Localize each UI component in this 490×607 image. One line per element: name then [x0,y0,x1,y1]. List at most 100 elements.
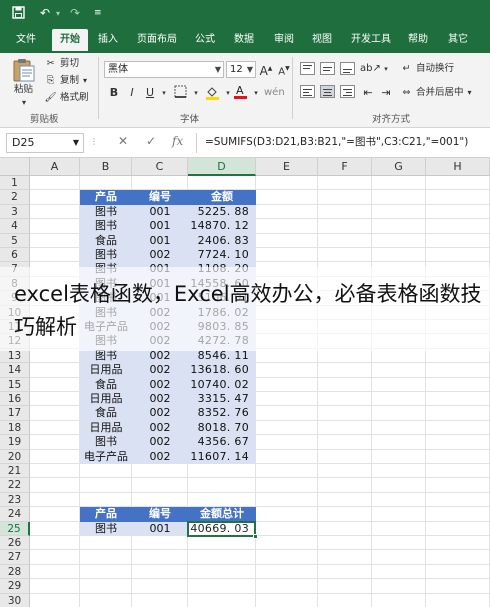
border-icon[interactable] [172,85,188,101]
column-header-g[interactable]: G [372,158,426,176]
tab-page-layout[interactable]: 页面布局 [134,29,180,53]
paste-button[interactable]: 粘贴 [14,84,33,96]
customize-qat-icon[interactable]: ≡ [94,8,102,18]
align-left-icon[interactable] [300,85,315,98]
row-header-26[interactable]: 26 [0,536,30,551]
table-cell[interactable]: 7724. 10 [188,248,256,263]
font-name-select[interactable]: 黑体 ▼ [104,61,224,78]
row-header-3[interactable]: 3 [0,204,30,220]
row-header-21[interactable]: 21 [0,464,30,479]
font-color-dropdown-icon[interactable]: ▾ [248,85,264,101]
save-icon[interactable] [12,6,25,22]
decrease-font-icon[interactable]: A▼ [276,61,292,77]
increase-font-icon[interactable]: A▲ [258,61,274,78]
table-cell[interactable]: 图书 [80,204,132,220]
align-middle-icon[interactable] [320,62,335,75]
table-header-cell[interactable]: 金额 [188,190,256,205]
column-header-c[interactable]: C [132,158,188,176]
tab-review[interactable]: 审阅 [268,29,300,53]
table-cell[interactable]: 8018. 70 [188,420,256,436]
row-header-5[interactable]: 5 [0,233,30,248]
summary-header-cell[interactable]: 产品 [80,507,132,522]
table-cell[interactable]: 002 [132,377,188,392]
table-cell[interactable]: 002 [132,435,188,450]
name-box[interactable]: D25 ▼ [6,133,84,153]
column-header-h[interactable]: H [426,158,490,176]
row-header-23[interactable]: 23 [0,492,30,508]
align-right-icon[interactable] [340,85,355,98]
worksheet-grid[interactable]: ABCDEFGH12345678910111213141516171819202… [0,158,490,607]
table-cell[interactable]: 002 [132,406,188,421]
font-size-select[interactable]: 12 ▼ [226,61,256,78]
orientation-icon[interactable]: ab↗ [360,61,381,77]
redo-icon[interactable]: ↷ [70,6,80,20]
row-header-25[interactable]: 25 [0,521,30,536]
orientation-dropdown-icon[interactable]: ▾ [378,61,394,77]
table-cell[interactable]: 食品 [80,406,132,421]
select-all-corner[interactable] [0,158,30,176]
undo-dropdown-icon[interactable]: ▾ [56,9,60,18]
align-bottom-icon[interactable] [340,62,355,75]
insert-function-icon[interactable]: fx [172,134,183,148]
table-cell[interactable]: 3315. 47 [188,392,256,407]
tab-view[interactable]: 视图 [306,29,338,53]
table-cell[interactable]: 002 [132,248,188,263]
table-cell[interactable]: 5225. 88 [188,204,256,220]
row-header-19[interactable]: 19 [0,435,30,450]
column-header-d[interactable]: D [188,158,256,176]
active-cell-d25[interactable]: 40669. 03 [188,522,256,536]
row-header-29[interactable]: 29 [0,579,30,594]
more-options-icon[interactable]: ⋮ [90,137,98,146]
italic-icon[interactable]: I [124,85,140,101]
copy-button[interactable]: ⎘ 复制 ▾ [44,75,87,87]
column-header-f[interactable]: F [318,158,372,176]
decrease-indent-icon[interactable]: ⇤ [360,85,376,101]
table-cell[interactable]: 002 [132,449,188,464]
column-header-b[interactable]: B [80,158,132,176]
table-cell[interactable]: 食品 [80,377,132,392]
table-cell[interactable]: 001 [132,219,188,234]
table-cell[interactable]: 8352. 76 [188,406,256,421]
align-top-icon[interactable] [300,62,315,75]
row-header-20[interactable]: 20 [0,449,30,464]
tab-home[interactable]: 开始 [52,29,88,53]
table-cell[interactable]: 图书 [80,435,132,450]
table-cell[interactable]: 日用品 [80,363,132,378]
merge-center-button[interactable]: ⇔ 合并后居中 ▾ [400,87,472,99]
formula-input[interactable]: =SUMIFS(D3:D21,B3:B21,"=图书",C3:C21,"=001… [196,133,486,153]
table-cell[interactable]: 001 [132,233,188,248]
row-header-24[interactable]: 24 [0,507,30,522]
tab-developer[interactable]: 开发工具 [346,29,396,53]
increase-indent-icon[interactable]: ⇥ [378,85,394,101]
table-cell[interactable]: 4356. 67 [188,435,256,450]
cut-button[interactable]: ✂ 剪切 [44,58,80,70]
row-header-4[interactable]: 4 [0,219,30,234]
table-header-cell[interactable]: 编号 [132,190,188,205]
table-cell[interactable]: 日用品 [80,392,132,407]
summary-cell[interactable]: 001 [132,521,188,536]
tab-file[interactable]: 文件 [8,29,44,53]
table-cell[interactable]: 002 [132,363,188,378]
table-cell[interactable]: 日用品 [80,420,132,436]
row-header-28[interactable]: 28 [0,564,30,580]
table-cell[interactable]: 图书 [80,248,132,263]
tab-formulas[interactable]: 公式 [190,29,220,53]
row-header-30[interactable]: 30 [0,593,30,607]
row-header-6[interactable]: 6 [0,248,30,263]
row-header-22[interactable]: 22 [0,478,30,493]
summary-header-cell[interactable]: 金额总计 [188,507,256,522]
table-cell[interactable]: 002 [132,420,188,436]
underline-dropdown-icon[interactable]: ▾ [156,85,172,101]
row-header-16[interactable]: 16 [0,392,30,407]
table-cell[interactable]: 食品 [80,233,132,248]
phonetic-icon[interactable]: wén [264,85,285,101]
summary-header-cell[interactable]: 编号 [132,507,188,522]
bold-icon[interactable]: B [106,85,122,101]
table-cell[interactable]: 电子产品 [80,449,132,464]
column-header-a[interactable]: A [30,158,80,176]
table-cell[interactable]: 10740. 02 [188,377,256,392]
table-cell[interactable]: 002 [132,392,188,407]
row-header-2[interactable]: 2 [0,190,30,205]
row-header-1[interactable]: 1 [0,176,30,191]
undo-icon[interactable]: ↶ [40,6,50,20]
